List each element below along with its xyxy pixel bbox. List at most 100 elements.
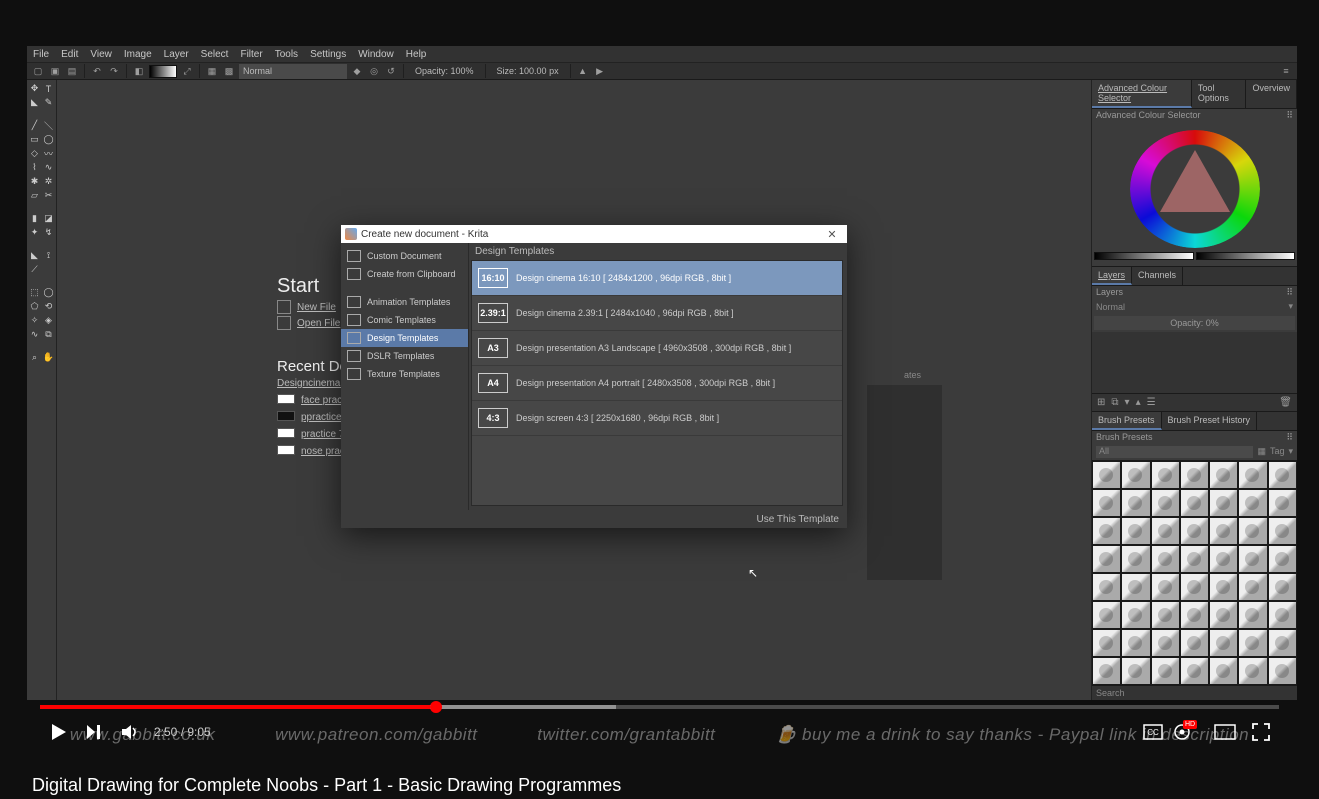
brush-preset[interactable]: [1268, 601, 1297, 629]
colour-strip[interactable]: [1094, 252, 1194, 260]
alpha-icon[interactable]: ◎: [367, 64, 381, 78]
colour-wheel[interactable]: [1130, 130, 1260, 248]
fill-tool-icon[interactable]: ▮: [28, 212, 41, 225]
brush-preset[interactable]: [1209, 573, 1238, 601]
brush-preset[interactable]: [1209, 545, 1238, 573]
brush-tool-icon[interactable]: ╱: [28, 119, 41, 132]
gradient-tool-icon[interactable]: ◪: [42, 212, 55, 225]
freehand-path-icon[interactable]: ∿: [42, 161, 55, 174]
open-file-link[interactable]: Open File: [297, 318, 340, 329]
brush-preset[interactable]: [1209, 601, 1238, 629]
layer-blend-dropdown[interactable]: Normal: [1096, 302, 1125, 312]
mirror-y-icon[interactable]: ▶: [593, 64, 607, 78]
category-custom[interactable]: Custom Document: [341, 247, 468, 265]
tag-dropdown-icon[interactable]: ▾: [1288, 446, 1293, 458]
tab-layers[interactable]: Layers: [1092, 267, 1132, 285]
brush-preset[interactable]: [1238, 517, 1267, 545]
category-dslr[interactable]: DSLR Templates: [341, 347, 468, 365]
play-button[interactable]: [40, 715, 76, 749]
zoom-tool-icon[interactable]: ⌕: [28, 351, 41, 364]
template-item[interactable]: A4Design presentation A4 portrait [ 2480…: [472, 366, 842, 401]
brush-preset[interactable]: [1151, 601, 1180, 629]
menu-view[interactable]: View: [90, 49, 112, 60]
scrubber[interactable]: [40, 705, 1279, 709]
brush-preset[interactable]: [1180, 461, 1209, 489]
save-icon[interactable]: ▤: [65, 64, 79, 78]
transform-tool-icon[interactable]: ▱: [28, 189, 41, 202]
size-slider[interactable]: Size: 100.00 px: [491, 66, 565, 76]
pan-tool-icon[interactable]: ✋: [42, 351, 55, 364]
tab-overview[interactable]: Overview: [1246, 80, 1297, 108]
template-item[interactable]: A3Design presentation A3 Landscape [ 496…: [472, 331, 842, 366]
brush-preset[interactable]: [1121, 629, 1150, 657]
brush-preset[interactable]: [1092, 629, 1121, 657]
deform-tool-icon[interactable]: ↯: [42, 226, 55, 239]
undo-icon[interactable]: ↶: [90, 64, 104, 78]
category-design[interactable]: Design Templates: [341, 329, 468, 347]
polygon-tool-icon[interactable]: ◇: [28, 147, 41, 160]
duplicate-layer-icon[interactable]: ⧉: [1111, 397, 1118, 408]
brush-preset[interactable]: [1151, 657, 1180, 685]
brush-preset[interactable]: [1268, 657, 1297, 685]
menu-filter[interactable]: Filter: [240, 49, 262, 60]
new-file-link[interactable]: New File: [297, 302, 336, 313]
rect-tool-icon[interactable]: ▭: [28, 133, 41, 146]
brush-preset[interactable]: [1180, 657, 1209, 685]
brush-preset[interactable]: [1121, 545, 1150, 573]
magnetic-select-icon[interactable]: ⧉: [42, 328, 55, 341]
colour-strip[interactable]: [1196, 252, 1296, 260]
recent-item[interactable]: face pract: [301, 395, 345, 406]
brush-preset[interactable]: [1121, 573, 1150, 601]
tab-brush-history[interactable]: Brush Preset History: [1162, 412, 1258, 430]
layer-filter-icon[interactable]: ▾: [1288, 301, 1293, 312]
brush-preset[interactable]: [1238, 545, 1267, 573]
similar-select-icon[interactable]: ◈: [42, 314, 55, 327]
redo-icon[interactable]: ↷: [107, 64, 121, 78]
bezier-select-icon[interactable]: ∿: [28, 328, 41, 341]
category-texture[interactable]: Texture Templates: [341, 365, 468, 383]
polyline-tool-icon[interactable]: 〰: [42, 147, 55, 160]
subtitles-button[interactable]: CC: [1135, 715, 1171, 749]
brush-preset[interactable]: [1180, 489, 1209, 517]
move-up-icon[interactable]: ▴: [1136, 397, 1141, 408]
fullscreen-button[interactable]: [1243, 715, 1279, 749]
contiguous-select-icon[interactable]: ✧: [28, 314, 41, 327]
ellipse-select-icon[interactable]: ◯: [42, 286, 55, 299]
tab-tool-options[interactable]: Tool Options: [1192, 80, 1247, 108]
template-item[interactable]: 2.39:1Design cinema 2.39:1 [ 2484x1040 ,…: [472, 296, 842, 331]
brush-preset[interactable]: [1180, 573, 1209, 601]
view-icon[interactable]: ▦: [1257, 446, 1266, 458]
brush-preset[interactable]: [1121, 489, 1150, 517]
menu-edit[interactable]: Edit: [61, 49, 78, 60]
brush-preset[interactable]: [1209, 629, 1238, 657]
brush-preset[interactable]: [1268, 545, 1297, 573]
scrubber-thumb[interactable]: [430, 701, 442, 713]
brush-preset[interactable]: [1121, 601, 1150, 629]
brush-preset[interactable]: [1209, 657, 1238, 685]
category-clipboard[interactable]: Create from Clipboard: [341, 265, 468, 283]
brush-preset[interactable]: [1121, 461, 1150, 489]
eraser-icon[interactable]: ◆: [350, 64, 364, 78]
brush-preset[interactable]: [1180, 601, 1209, 629]
brush-editor-icon[interactable]: ▦: [205, 64, 219, 78]
brush-preset[interactable]: [1238, 629, 1267, 657]
dyna-tool-icon[interactable]: ✱: [28, 175, 41, 188]
ellipse-tool-icon[interactable]: ◯: [42, 133, 55, 146]
brush-preset[interactable]: [1092, 517, 1121, 545]
brush-preset[interactable]: [1092, 657, 1121, 685]
close-icon[interactable]: ✕: [821, 228, 843, 241]
brush-preset[interactable]: [1092, 489, 1121, 517]
brush-preset[interactable]: [1180, 545, 1209, 573]
brush-preset[interactable]: [1238, 657, 1267, 685]
gradient-swatch[interactable]: [149, 65, 177, 78]
template-item[interactable]: 4:3Design screen 4:3 [ 2250x1680 , 96dpi…: [472, 401, 842, 436]
crop-tool-icon[interactable]: ✂: [42, 189, 55, 202]
brush-preset[interactable]: [1268, 573, 1297, 601]
brush-preset[interactable]: [1151, 573, 1180, 601]
preset-filter-dropdown[interactable]: All: [1096, 446, 1253, 458]
brush-preset[interactable]: [1180, 629, 1209, 657]
pattern-tool-icon[interactable]: ✦: [28, 226, 41, 239]
settings-button[interactable]: HD: [1171, 715, 1207, 749]
dock-grip-icon[interactable]: ⠿: [1286, 432, 1293, 443]
new-doc-icon[interactable]: ▢: [31, 64, 45, 78]
